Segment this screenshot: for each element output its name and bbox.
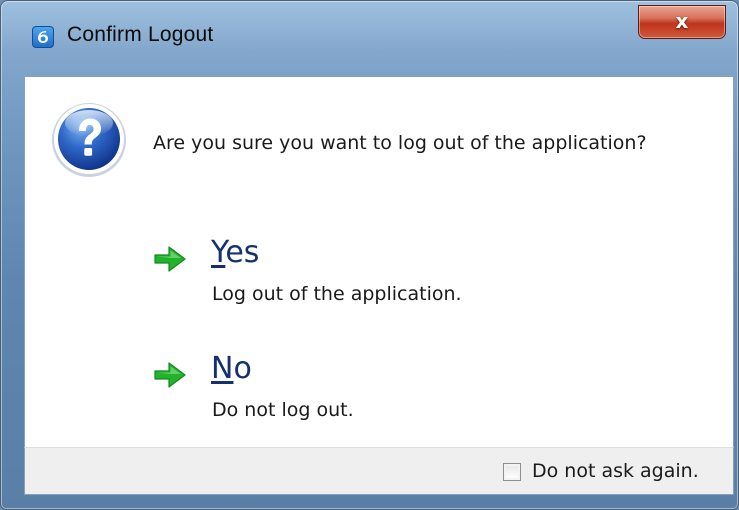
no-label: No [211,351,252,386]
green-arrow-icon [153,361,187,389]
title-bar[interactable]: Confirm Logout x [1,1,738,71]
window-title: Confirm Logout [67,23,214,46]
no-mnemonic: N [211,351,234,386]
yes-command-link[interactable]: Yes Log out of the application. [145,227,585,317]
no-command-link[interactable]: No Do not log out. [145,343,585,433]
do-not-ask-label[interactable]: Do not ask again. [532,460,699,482]
no-label-text: o [233,351,252,386]
yes-mnemonic: Y [211,235,226,270]
yes-description: Log out of the application. [212,283,462,305]
dialog-footer: Do not ask again. [24,447,734,495]
close-icon: x [675,9,689,33]
dialog-window: Confirm Logout x Are you sure you want t… [0,0,739,510]
green-arrow-icon [153,245,187,273]
yes-label-text: es [225,235,260,270]
app-logo-icon [32,26,54,48]
do-not-ask-checkbox[interactable] [503,463,521,481]
no-description: Do not log out. [212,399,354,421]
dialog-message: Are you sure you want to log out of the … [153,132,647,154]
yes-label: Yes [211,235,259,270]
dialog-content: Are you sure you want to log out of the … [24,76,734,447]
question-icon [49,99,129,179]
close-button[interactable]: x [638,5,726,39]
